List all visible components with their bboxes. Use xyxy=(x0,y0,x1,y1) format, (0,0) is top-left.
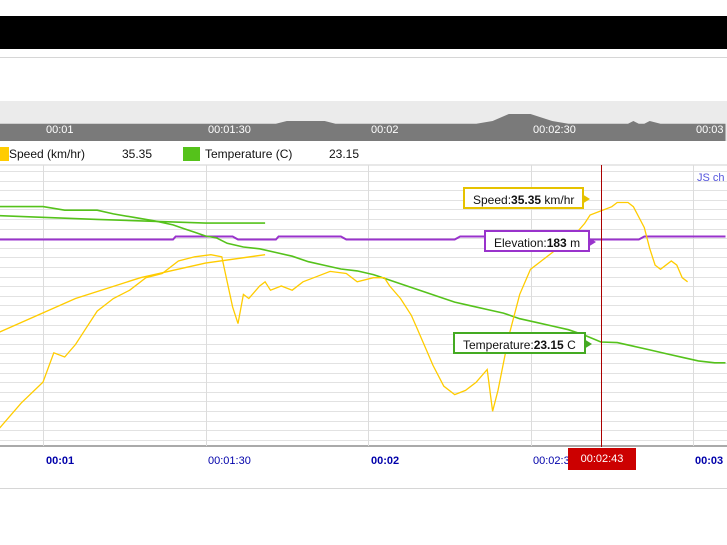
tooltip-speed-unit: km/hr xyxy=(541,193,575,207)
tooltip-pointer xyxy=(588,237,597,247)
tooltip-temperature: Temperature:23.15 C xyxy=(453,332,592,354)
x-axis-tick-label: 00:02 xyxy=(371,455,400,467)
tooltip-elevation-label: Elevation: xyxy=(494,236,547,250)
tooltip-elevation: Elevation:183 m xyxy=(484,230,597,252)
speed-lap-line xyxy=(0,254,266,333)
tooltip-speed-value: 35.35 xyxy=(511,193,542,207)
chart-credit: JS ch xyxy=(697,172,725,184)
tooltip-elevation-value: 183 xyxy=(546,236,567,250)
x-axis-tick-label: 00:03 xyxy=(695,455,724,467)
tooltip-temperature-label: Temperature: xyxy=(463,338,534,352)
temperature-line xyxy=(0,205,726,364)
x-axis-tick-label: 00:01 xyxy=(46,455,75,467)
tooltip-temperature-unit: C xyxy=(563,338,576,352)
cursor-time-badge: 00:02:43 xyxy=(568,448,636,470)
grid-lines xyxy=(0,165,727,446)
tooltip-speed: Speed:35.35 km/hr xyxy=(463,187,591,209)
tooltip-pointer xyxy=(583,339,592,349)
divider-bottom xyxy=(0,488,727,489)
x-axis-tick-label: 00:01:30 xyxy=(208,455,251,467)
tooltip-elevation-unit: m xyxy=(566,236,581,250)
tooltip-speed-label: Speed: xyxy=(473,193,512,207)
tooltip-pointer xyxy=(582,194,591,204)
tooltip-temperature-value: 23.15 xyxy=(533,338,564,352)
